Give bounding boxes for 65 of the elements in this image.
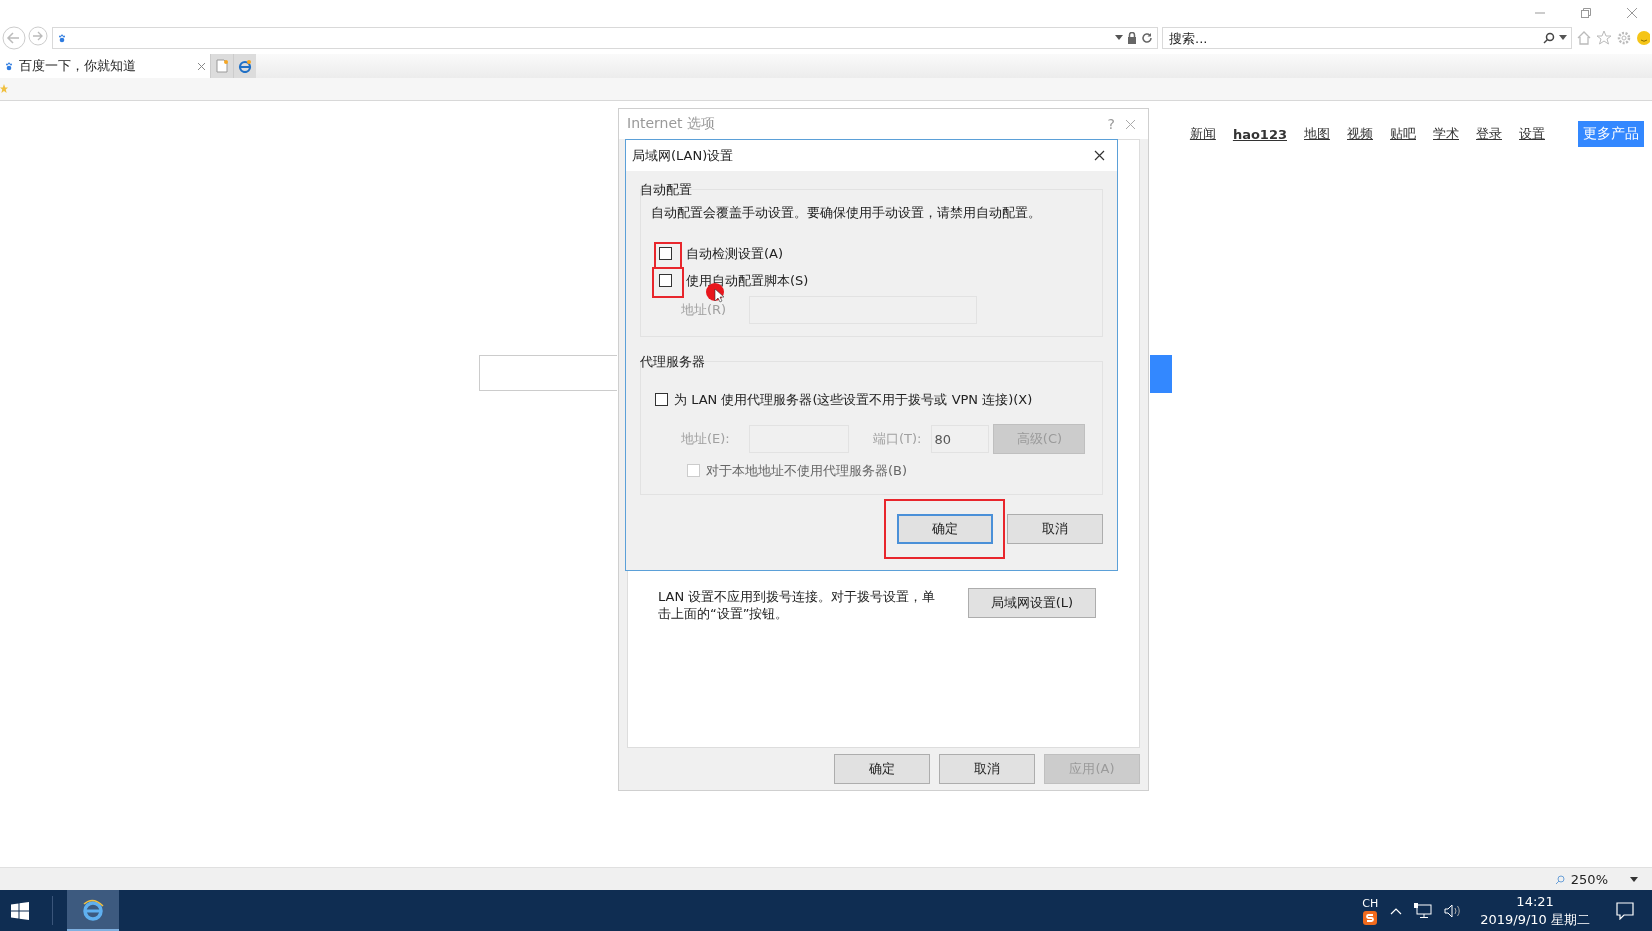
lan-settings-button[interactable]: 局域网设置(L) — [968, 588, 1096, 618]
dropdown-icon[interactable] — [1630, 876, 1638, 882]
restore-icon[interactable] — [1580, 7, 1592, 19]
dialog-title: Internet 选项 — [627, 115, 717, 133]
search-input[interactable] — [479, 355, 617, 391]
browser-button[interactable] — [233, 54, 256, 78]
zoom-level[interactable]: 250% — [1570, 871, 1608, 887]
nav-link[interactable]: 地图 — [1304, 125, 1330, 143]
notification-icon[interactable] — [1616, 901, 1634, 920]
browser-logo-icon — [238, 59, 252, 73]
field-label: 端口(T): — [873, 430, 922, 448]
favicon-icon — [57, 33, 67, 43]
refresh-icon[interactable] — [1141, 32, 1153, 44]
home-icon[interactable] — [1576, 30, 1592, 46]
address-field[interactable] — [52, 27, 1158, 49]
nav-link[interactable]: 视频 — [1347, 125, 1373, 143]
checkbox[interactable] — [655, 393, 668, 406]
forward-icon[interactable] — [28, 26, 48, 46]
dialog-button[interactable]: 确定 — [897, 514, 993, 544]
nav-link[interactable]: 新闻 — [1189, 125, 1216, 143]
group-heading: 自动配置 — [640, 181, 693, 197]
input-language[interactable]: CH — [1362, 896, 1379, 911]
clock-time[interactable]: 14:21 — [1516, 892, 1554, 911]
windows-logo-icon — [11, 901, 29, 920]
star-icon[interactable] — [1596, 30, 1612, 46]
checkbox-label: 自动检测设置(A) — [686, 244, 784, 263]
checkbox[interactable] — [659, 247, 672, 260]
clock-date[interactable]: 2019/9/10 星期二 — [1480, 910, 1590, 929]
dialog-button[interactable]: 取消 — [1007, 514, 1103, 544]
checkbox-label: 为 LAN 使用代理服务器(这些设置不用于拨号或 VPN 连接)(X) — [674, 390, 1033, 409]
page-icon — [216, 59, 228, 73]
chevron-up-icon[interactable] — [1390, 906, 1403, 915]
nav-link[interactable]: hao123 — [1232, 126, 1287, 142]
search-icon[interactable] — [1543, 32, 1555, 44]
nav-link[interactable]: 学术 — [1433, 125, 1459, 143]
dialog-title: 局域网(LAN)设置 — [632, 146, 735, 165]
dropdown-icon[interactable] — [1559, 35, 1567, 41]
close-icon[interactable] — [1094, 150, 1105, 161]
dialog-button[interactable]: 确定 — [834, 754, 930, 784]
smiley-icon[interactable] — [1636, 30, 1650, 46]
nav-link[interactable]: 登录 — [1476, 125, 1502, 143]
checkbox[interactable] — [659, 274, 672, 287]
taskbar-app-button[interactable] — [67, 890, 119, 931]
new-tab-button[interactable] — [210, 54, 233, 78]
nav-link[interactable]: 设置 — [1519, 125, 1545, 143]
lock-icon — [1127, 32, 1137, 44]
dropdown-icon[interactable] — [1115, 35, 1123, 41]
group-heading: 代理服务器 — [640, 353, 706, 369]
network-icon[interactable] — [1414, 902, 1433, 919]
auto-config-description: 自动配置会覆盖手动设置。要确保使用手动设置，请禁用自动配置。 — [651, 204, 1042, 222]
dialog-button[interactable]: 取消 — [939, 754, 1035, 784]
lan-description: LAN 设置不应用到拨号连接。对于拨号设置，单击上面的“设置”按钮。 — [658, 588, 937, 622]
checkbox-label: 对于本地地址不使用代理服务器(B) — [706, 461, 908, 480]
search-box[interactable]: 搜索... — [1162, 27, 1572, 49]
field-label: 地址(R) — [681, 301, 728, 319]
browser-logo-icon — [81, 897, 105, 922]
ime-icon[interactable] — [1363, 910, 1378, 925]
volume-icon[interactable] — [1444, 903, 1463, 918]
search-field[interactable]: 搜索... — [1167, 29, 1539, 47]
zoom-icon — [1555, 874, 1565, 884]
nav-link[interactable]: 贴吧 — [1390, 125, 1416, 143]
browser-tab[interactable]: 百度一下，你就知道 — [0, 54, 210, 78]
favicon-icon — [4, 61, 14, 71]
field-label: 地址(E): — [681, 430, 731, 448]
settings-icon[interactable] — [1616, 30, 1632, 46]
